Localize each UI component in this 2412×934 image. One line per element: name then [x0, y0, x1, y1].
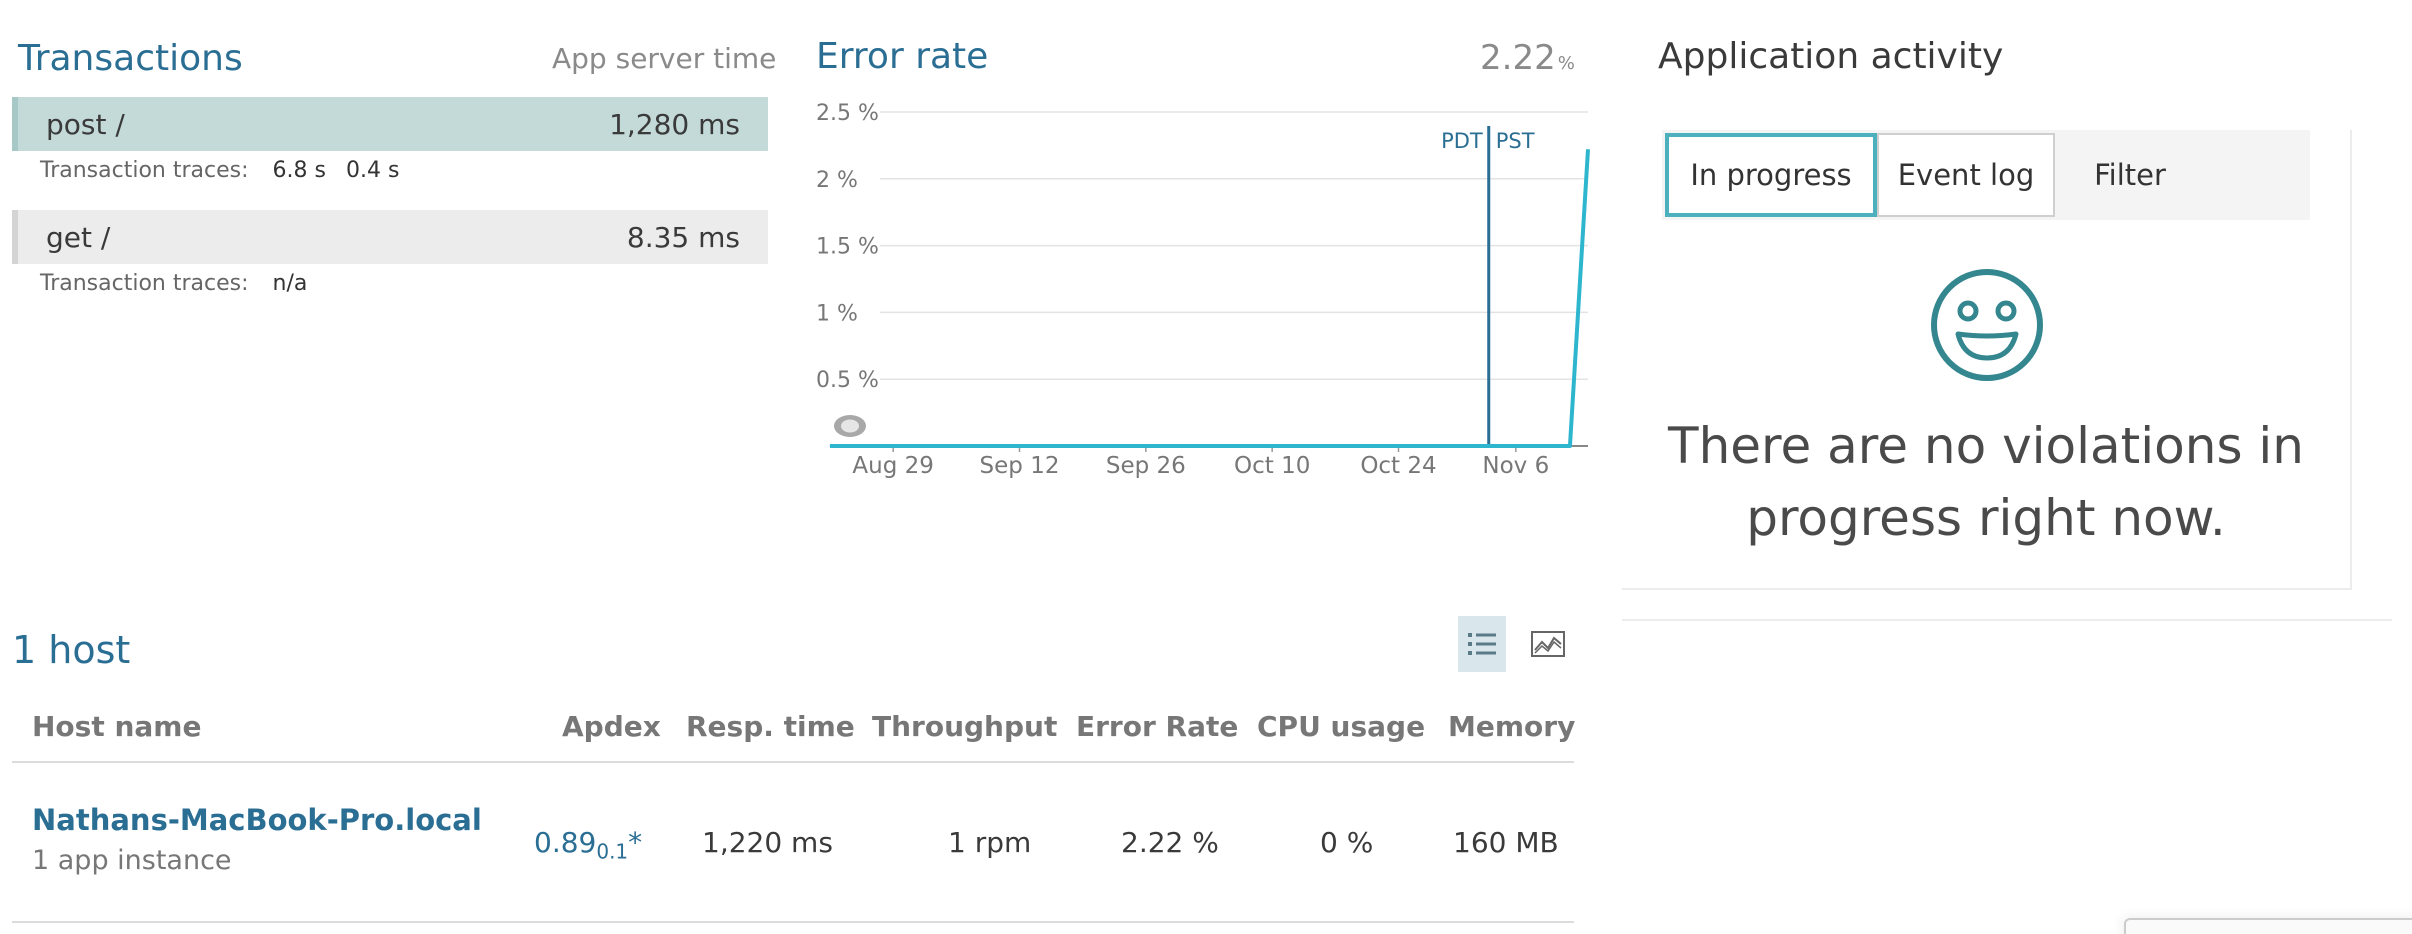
activity-tabs: In progress Event log Filter: [1662, 130, 2310, 220]
transaction-trace-link[interactable]: 0.4 s: [346, 158, 399, 183]
host-cpu-usage: 0 %: [1320, 826, 1374, 859]
x-tick-label: Aug 29: [852, 453, 934, 479]
error-rate-number: 2.22: [1480, 38, 1556, 78]
transaction-row-post[interactable]: post / 1,280 ms: [12, 97, 768, 151]
application-activity-title: Application activity: [1658, 36, 2004, 77]
column-apdex[interactable]: Apdex: [562, 710, 661, 743]
column-cpu-usage[interactable]: CPU usage: [1257, 710, 1425, 743]
no-violations-message: There are no violations in progress righ…: [1668, 417, 2304, 547]
y-tick-label: 1.5 %: [816, 235, 879, 260]
host-instances: 1 app instance: [32, 845, 232, 876]
host-memory: 160 MB: [1453, 826, 1559, 859]
x-tick-label: Oct 24: [1360, 453, 1436, 479]
chart-x-ticks: Aug 29 Sep 12 Sep 26 Oct 10 Oct 24 Nov 6: [830, 445, 1588, 479]
series-line: [830, 149, 1590, 448]
transaction-traces-label: Transaction traces:: [40, 271, 249, 296]
hosts-title: 1 host: [12, 628, 131, 672]
chart-y-ticks: 2.5 % 2 % 1.5 % 1 % 0.5 %: [816, 101, 879, 393]
x-tick-label: Nov 6: [1482, 453, 1549, 479]
list-view-icon: [1468, 633, 1496, 655]
transaction-traces-none: n/a: [272, 271, 308, 296]
host-error-rate: 2.22 %: [1121, 826, 1219, 859]
error-rate-value: 2.22%: [1480, 38, 1575, 78]
series-point: [1587, 148, 1589, 150]
annotation-label-right: PST: [1496, 129, 1535, 153]
list-view-button[interactable]: [1458, 616, 1506, 672]
column-host-name[interactable]: Host name: [32, 710, 201, 743]
chart-zoom-handle-icon[interactable]: [834, 415, 866, 437]
transaction-traces-label: Transaction traces:: [40, 158, 249, 183]
tab-in-progress[interactable]: In progress: [1665, 133, 1877, 217]
transaction-name: get /: [46, 220, 111, 254]
transaction-traces-post: Transaction traces: 6.8 s 0.4 s: [40, 158, 399, 183]
table-header-divider: [12, 761, 1574, 763]
activity-divider: [1622, 619, 2392, 621]
error-rate-chart[interactable]: 2.5 % 2 % 1.5 % 1 % 0.5 % Aug 29 Sep 12 Sep 26…: [800, 90, 1590, 490]
transaction-time: 1,280 ms: [609, 107, 740, 141]
y-tick-label: 2 %: [816, 168, 858, 193]
host-throughput: 1 rpm: [948, 826, 1032, 859]
smiley-face-icon: [1931, 269, 2043, 381]
corner-popup-edge: [2124, 918, 2412, 934]
column-error-rate[interactable]: Error Rate: [1076, 710, 1238, 743]
apdex-mark: *: [628, 826, 643, 859]
apdex-threshold: 0.1: [596, 839, 629, 864]
host-apdex[interactable]: 0.890.1*: [534, 826, 642, 864]
tab-filter[interactable]: Filter: [2055, 133, 2205, 217]
series-point: [829, 445, 831, 447]
column-memory[interactable]: Memory: [1448, 710, 1575, 743]
transactions-sort-label[interactable]: App server time: [552, 42, 776, 75]
error-rate-title: Error rate: [816, 36, 989, 77]
annotation-label-left: PDT: [1441, 129, 1483, 153]
x-tick-label: Sep 12: [980, 453, 1060, 479]
error-rate-unit: %: [1557, 53, 1575, 74]
transaction-row-get[interactable]: get / 8.35 ms: [12, 210, 768, 264]
apdex-score: 0.89: [534, 826, 597, 859]
tab-event-log[interactable]: Event log: [1877, 133, 2055, 217]
y-tick-label: 1 %: [816, 301, 858, 326]
host-name-link[interactable]: Nathans-MacBook-Pro.local: [32, 803, 482, 837]
transaction-time: 8.35 ms: [626, 220, 740, 254]
transaction-trace-link[interactable]: 6.8 s: [273, 158, 326, 183]
chart-view-button[interactable]: [1524, 616, 1572, 672]
y-tick-label: 2.5 %: [816, 101, 879, 126]
y-tick-label: 0.5 %: [816, 368, 879, 393]
chart-series: [829, 148, 1590, 448]
column-throughput[interactable]: Throughput: [872, 710, 1057, 743]
transactions-title: Transactions: [18, 38, 243, 79]
chart-view-icon: [1531, 631, 1565, 657]
chart-annotation: PDT PST: [1441, 126, 1535, 446]
x-tick-label: Sep 26: [1106, 453, 1186, 479]
host-resp-time: 1,220 ms: [702, 826, 833, 859]
transaction-traces-get: Transaction traces: n/a: [40, 271, 307, 296]
series-point: [1569, 445, 1571, 447]
transaction-name: post /: [46, 107, 125, 141]
x-tick-label: Oct 10: [1234, 453, 1310, 479]
table-bottom-divider: [12, 921, 1574, 923]
column-resp-time[interactable]: Resp. time: [686, 710, 855, 743]
